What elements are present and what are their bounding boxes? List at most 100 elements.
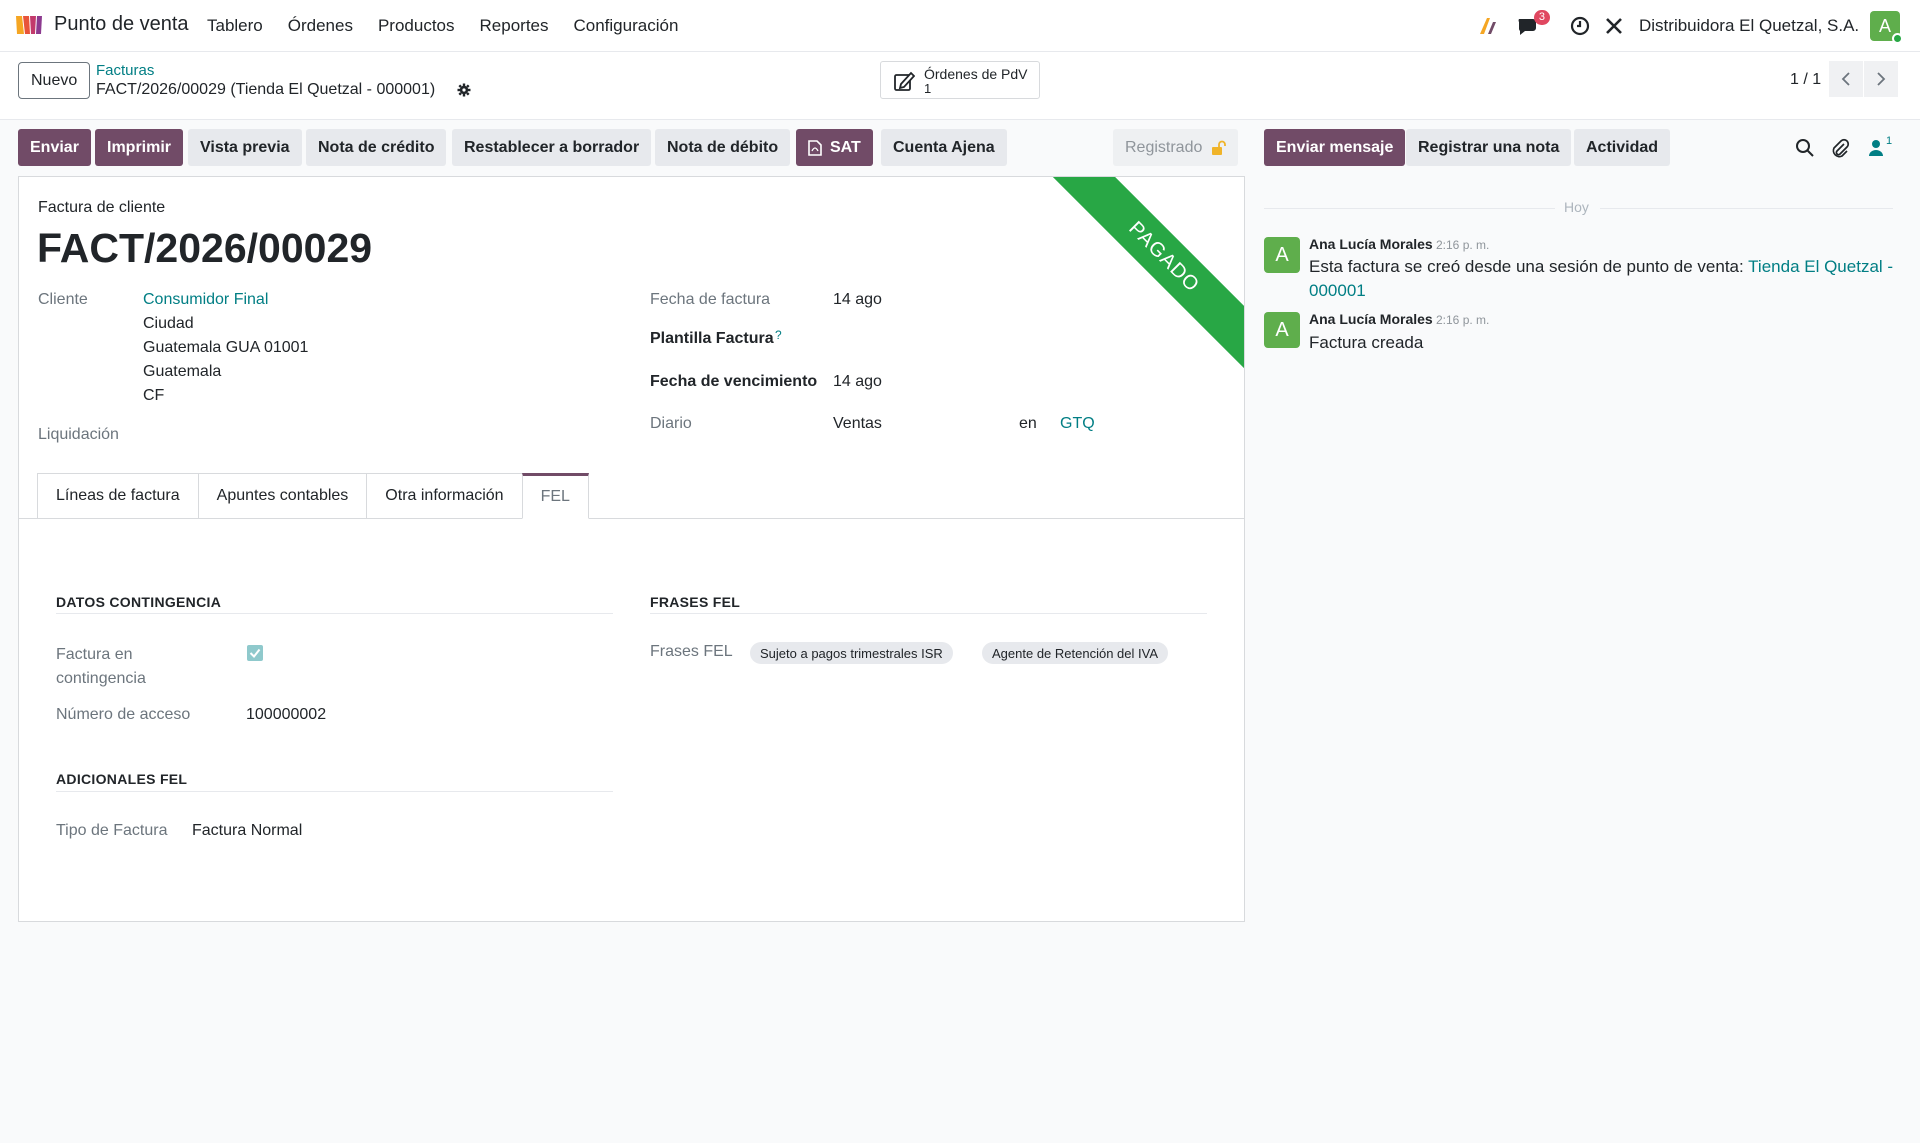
additional-fel-section-title: ADICIONALES FEL xyxy=(56,771,188,787)
company-switcher[interactable]: Distribuidora El Quetzal, S.A. xyxy=(1639,16,1859,36)
preview-button[interactable]: Vista previa xyxy=(188,129,302,166)
unlock-icon xyxy=(1212,140,1227,155)
notebook-tabs: Líneas de factura Apuntes contables Otra… xyxy=(37,473,589,519)
message-author[interactable]: Ana Lucía Morales xyxy=(1309,311,1433,327)
status-registered: Registrado xyxy=(1113,129,1239,166)
fel-phrases-section-divider xyxy=(650,613,1207,614)
fel-phrase-tag[interactable]: Agente de Retención del IVA xyxy=(982,642,1168,664)
invoice-type-value[interactable]: Factura Normal xyxy=(192,822,302,840)
fel-phrases-label: Frases FEL xyxy=(650,643,733,660)
form-subtitle: Factura de cliente xyxy=(38,199,166,216)
invoice-type-label: Tipo de Factura xyxy=(56,822,168,839)
activity-clock-icon[interactable] xyxy=(1568,14,1592,38)
message-time: 2:16 p. m. xyxy=(1436,238,1490,252)
user-avatar[interactable]: A xyxy=(1870,11,1903,44)
tab-fel[interactable]: FEL xyxy=(521,473,589,519)
messages-icon[interactable]: 3 xyxy=(1516,10,1550,38)
customer-link[interactable]: Consumidor Final xyxy=(143,291,268,309)
debug-tools-icon[interactable] xyxy=(1602,14,1626,38)
credit-note-button[interactable]: Nota de crédito xyxy=(306,129,447,166)
print-button[interactable]: Imprimir xyxy=(95,129,184,166)
today-separator: Hoy xyxy=(1564,199,1589,215)
menu-item-tablero[interactable]: Tablero xyxy=(207,16,263,36)
chevron-left-icon xyxy=(1841,72,1850,86)
follower-user-icon xyxy=(1869,140,1883,156)
contingency-checkbox[interactable] xyxy=(247,645,263,661)
invoice-date-field[interactable]: 14 ago xyxy=(833,291,882,309)
pos-orders-label: Órdenes de PdV xyxy=(924,66,1028,82)
status-label: Registrado xyxy=(1125,138,1203,156)
fel-phrases-section-title: FRASES FEL xyxy=(650,594,741,610)
pos-orders-count: 1 xyxy=(924,81,932,96)
sat-button[interactable]: SAT xyxy=(796,129,873,166)
journal-label: Diario xyxy=(650,415,692,432)
message-author-avatar[interactable]: A xyxy=(1264,237,1300,273)
main-menu: Tablero Órdenes Productos Reportes Confi… xyxy=(207,16,703,36)
menu-item-configuracion[interactable]: Configuración xyxy=(574,16,679,36)
activity-button[interactable]: Actividad xyxy=(1574,129,1671,166)
debit-note-button[interactable]: Nota de débito xyxy=(655,129,791,166)
message-body: Esta factura se creó desde una sesión de… xyxy=(1309,255,1899,303)
message-body: Factura creada xyxy=(1309,333,1424,352)
access-number-label: Número de acceso xyxy=(56,706,191,723)
journal-field[interactable]: Ventas xyxy=(833,415,882,433)
top-navbar: Punto de venta Tablero Órdenes Productos… xyxy=(0,0,1920,52)
address-line-3: Guatemala xyxy=(143,363,222,380)
studio-icon[interactable] xyxy=(1477,14,1501,38)
contingency-section-title: DATOS CONTINGENCIA xyxy=(56,594,222,610)
control-panel: Nuevo Facturas FACT/2026/00029 (Tienda E… xyxy=(0,52,1920,120)
followers-count: 1 xyxy=(1886,135,1893,147)
pager-next-button[interactable] xyxy=(1864,61,1898,97)
invoice-date-label: Fecha de factura xyxy=(650,291,771,308)
app-name[interactable]: Punto de venta xyxy=(54,13,189,36)
fel-phrase-tag[interactable]: Sujeto a pagos trimestrales ISR xyxy=(750,642,953,664)
message-author-avatar[interactable]: A xyxy=(1264,312,1300,348)
message-text: Esta factura se creó desde una sesión de… xyxy=(1309,257,1744,276)
access-number-value[interactable]: 100000002 xyxy=(246,706,326,724)
address-line-1: Ciudad xyxy=(143,315,194,332)
send-button[interactable]: Enviar xyxy=(18,129,91,166)
log-note-button[interactable]: Registrar una nota xyxy=(1406,129,1572,166)
online-status-dot xyxy=(1892,33,1903,44)
menu-item-ordenes[interactable]: Órdenes xyxy=(288,16,353,36)
contingency-label: Factura en contingencia xyxy=(56,646,146,687)
due-date-label: Fecha de vencimiento xyxy=(650,373,818,390)
liquidation-label: Liquidación xyxy=(38,426,119,443)
reset-to-draft-button[interactable]: Restablecer a borrador xyxy=(452,129,652,166)
send-message-button[interactable]: Enviar mensaje xyxy=(1264,129,1406,166)
pager-previous-button[interactable] xyxy=(1829,61,1863,97)
new-button[interactable]: Nuevo xyxy=(18,62,91,99)
today-divider-left xyxy=(1264,208,1555,209)
search-icon[interactable] xyxy=(1795,138,1815,158)
pos-app-icon[interactable] xyxy=(14,13,44,37)
invoice-template-label: Plantilla Factura xyxy=(650,330,774,347)
currency-link[interactable]: GTQ xyxy=(1060,415,1095,433)
address-line-4: CF xyxy=(143,387,165,404)
tab-other-info[interactable]: Otra información xyxy=(366,473,522,519)
pdf-file-icon xyxy=(808,139,822,156)
due-date-field[interactable]: 14 ago xyxy=(833,373,882,391)
edit-icon xyxy=(894,71,915,91)
breadcrumb-facturas[interactable]: Facturas xyxy=(96,62,154,79)
currency-prefix: en xyxy=(1019,415,1037,432)
template-help-icon[interactable]: ? xyxy=(775,328,782,342)
third-party-account-button[interactable]: Cuenta Ajena xyxy=(881,129,1007,166)
pos-orders-smart-button[interactable]: Órdenes de PdV 1 xyxy=(880,61,1040,99)
followers-button[interactable]: 1 xyxy=(1868,135,1904,159)
additional-fel-section-divider xyxy=(56,791,613,792)
tab-journal-items[interactable]: Apuntes contables xyxy=(197,473,367,519)
chevron-right-icon xyxy=(1877,72,1886,86)
tab-invoice-lines[interactable]: Líneas de factura xyxy=(37,473,198,519)
menu-item-productos[interactable]: Productos xyxy=(378,16,455,36)
customer-label: Cliente xyxy=(38,291,88,308)
message-time: 2:16 p. m. xyxy=(1436,313,1490,327)
invoice-form-sheet: PAGADO Factura de cliente FACT/2026/0002… xyxy=(18,176,1245,922)
menu-item-reportes[interactable]: Reportes xyxy=(480,16,549,36)
message-author[interactable]: Ana Lucía Morales xyxy=(1309,236,1433,252)
paperclip-icon[interactable] xyxy=(1830,138,1850,158)
pager-value[interactable]: 1 / 1 xyxy=(1790,71,1821,89)
address-line-2: Guatemala GUA 01001 xyxy=(143,339,309,356)
messages-badge: 3 xyxy=(1533,10,1550,25)
gear-icon[interactable] xyxy=(457,83,471,97)
breadcrumb-current-record: FACT/2026/00029 (Tienda El Quetzal - 000… xyxy=(96,81,436,98)
